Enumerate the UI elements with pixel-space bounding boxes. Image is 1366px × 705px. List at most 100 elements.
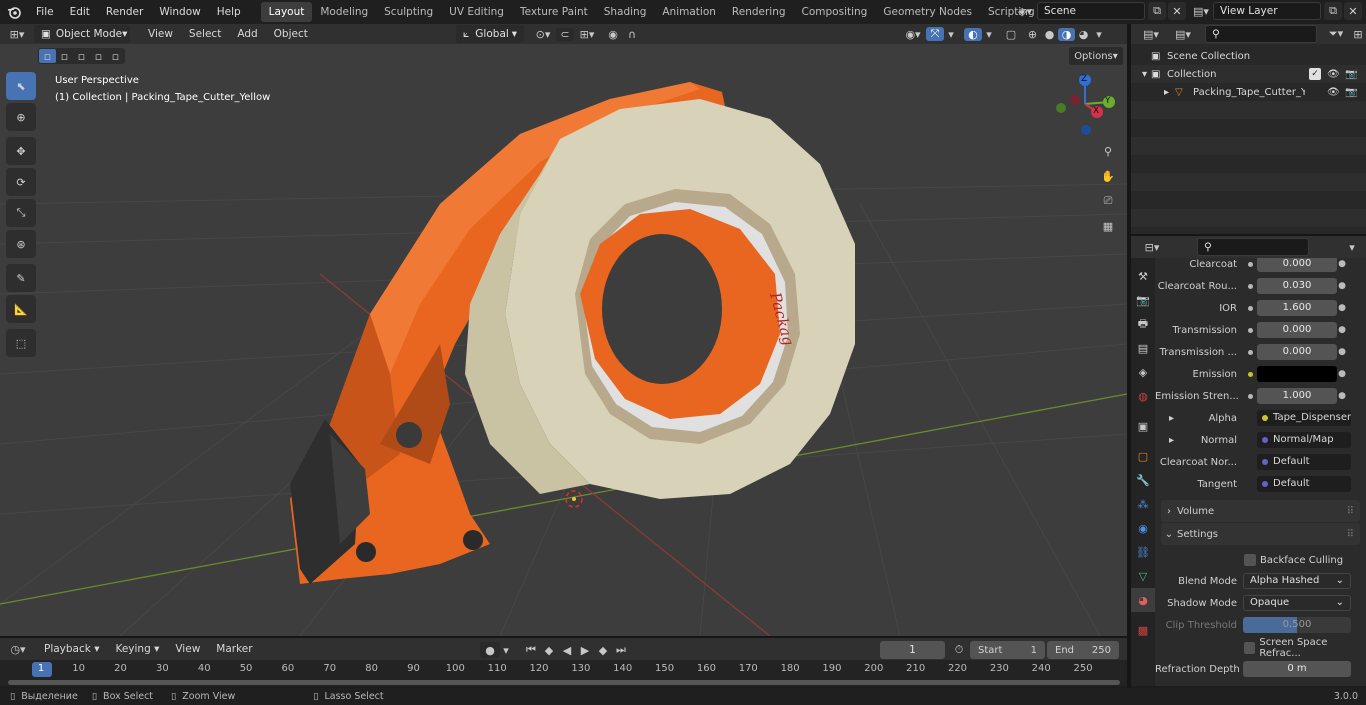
measure-tool-icon[interactable]: 📐: [6, 295, 36, 323]
clearcoat-normal-link-field[interactable]: Default: [1257, 454, 1351, 470]
material-shading-icon[interactable]: ◑: [1058, 27, 1075, 41]
wireframe-shading-icon[interactable]: ⊕: [1024, 28, 1041, 41]
workspace-tab-sculpting[interactable]: Sculpting: [376, 2, 441, 22]
workspace-tab-layout[interactable]: Layout: [260, 2, 313, 22]
blender-logo-icon[interactable]: [0, 0, 28, 24]
properties-editor-type-icon[interactable]: ⊟▾: [1137, 239, 1167, 255]
properties-options-icon[interactable]: ▾: [1343, 239, 1361, 255]
rendered-shading-icon[interactable]: ◕: [1075, 28, 1092, 41]
scene-selector[interactable]: ◈▾ Scene ⧉ ✕: [1013, 2, 1186, 20]
output-tab-icon[interactable]: 🖶: [1131, 312, 1155, 336]
workspace-tab-rendering[interactable]: Rendering: [724, 2, 794, 22]
delete-scene-icon[interactable]: ✕: [1168, 2, 1186, 20]
overlay-dropdown-icon[interactable]: ▾: [982, 28, 996, 41]
zoom-icon[interactable]: ⚲: [1097, 140, 1119, 162]
start-frame-field[interactable]: Start 1: [970, 641, 1045, 659]
workspace-tab-animation[interactable]: Animation: [654, 2, 724, 22]
menu-window[interactable]: Window: [151, 0, 208, 24]
keyframe-dot-icon[interactable]: ●: [1337, 325, 1347, 335]
keyframe-dot-icon[interactable]: ●: [1337, 281, 1347, 291]
viewport-menu-object[interactable]: Object: [266, 28, 316, 40]
pivot-point-icon[interactable]: ⊙▾: [530, 28, 556, 41]
outliner-row-object[interactable]: ▸ ▽ Packing_Tape_Cutter_Yel 👁 📷: [1131, 83, 1366, 101]
checkbox-icon[interactable]: [1244, 642, 1256, 654]
workspace-tab-geometry-nodes[interactable]: Geometry Nodes: [875, 2, 980, 22]
record-icon[interactable]: ●: [480, 642, 500, 658]
select-extend-icon[interactable]: ▫: [56, 49, 73, 63]
visibility-icon[interactable]: ◉▾: [900, 28, 926, 41]
viewport-menu-add[interactable]: Add: [229, 28, 265, 40]
play-reverse-icon[interactable]: ◀: [558, 644, 576, 657]
keyframe-dot-icon[interactable]: ●: [1337, 259, 1347, 269]
menu-file[interactable]: File: [28, 0, 62, 24]
keyframe-dot-icon[interactable]: ●: [1337, 303, 1347, 313]
view-layer-tab-icon[interactable]: ▤: [1131, 336, 1155, 360]
proportional-falloff-icon[interactable]: ∩: [622, 28, 642, 41]
timeline-menu-view[interactable]: View: [167, 643, 208, 655]
particles-tab-icon[interactable]: ⁂: [1131, 492, 1155, 516]
new-collection-icon[interactable]: ⊞: [1351, 26, 1365, 42]
new-view-layer-icon[interactable]: ⧉: [1324, 2, 1342, 20]
prop-value-clearcoat[interactable]: 0.000: [1257, 258, 1337, 272]
mode-dropdown[interactable]: ▣ Object Mode ▾: [34, 25, 130, 43]
shading-dropdown-icon[interactable]: ▾: [1092, 28, 1106, 41]
drag-handle-icon[interactable]: ⠿: [1347, 529, 1354, 540]
current-frame-field[interactable]: 1: [880, 641, 945, 659]
keyframe-dot-icon[interactable]: ●: [1337, 391, 1347, 401]
scene-name-field[interactable]: Scene: [1037, 2, 1145, 20]
expand-chevron-icon[interactable]: ▸: [1131, 87, 1175, 98]
transform-tool-icon[interactable]: ⊛: [6, 230, 36, 258]
socket-dot-icon[interactable]: [1247, 305, 1253, 311]
timeline-menu-playback[interactable]: Playback ▾: [36, 643, 107, 655]
data-tab-icon[interactable]: ▽: [1131, 564, 1155, 588]
menu-help[interactable]: Help: [209, 0, 249, 24]
pan-hand-icon[interactable]: ✋: [1097, 165, 1119, 187]
modifier-tab-icon[interactable]: 🔧: [1131, 468, 1155, 492]
new-scene-icon[interactable]: ⧉: [1148, 2, 1166, 20]
workspace-tab-texture-paint[interactable]: Texture Paint: [512, 2, 596, 22]
xray-toggle-icon[interactable]: ▢: [1002, 28, 1020, 41]
refraction-depth-field[interactable]: 0 m: [1243, 661, 1351, 677]
camera-view-icon[interactable]: ⎚: [1097, 190, 1119, 212]
prop-value-transmission-roughness[interactable]: 0.000: [1257, 344, 1337, 360]
camera-icon[interactable]: 📷: [1345, 69, 1357, 80]
jump-end-icon[interactable]: ⏭: [612, 643, 630, 657]
prop-value-transmission[interactable]: 0.000: [1257, 322, 1337, 338]
socket-dot-icon[interactable]: [1247, 283, 1253, 289]
outliner-row-collection[interactable]: ▾ ▣ Collection ✓ 👁 📷: [1131, 65, 1366, 83]
emission-color-swatch[interactable]: [1257, 366, 1337, 382]
transform-orientation-dropdown[interactable]: ⟀ Global ▾: [456, 25, 524, 43]
keyframe-dot-icon[interactable]: ●: [1337, 347, 1347, 357]
3d-viewport[interactable]: Packag User Perspective (1) Collection |…: [0, 44, 1127, 636]
socket-dot-icon[interactable]: [1247, 393, 1253, 399]
prop-value-clearcoat-roughness[interactable]: 0.030: [1257, 278, 1337, 294]
checkbox-icon[interactable]: [1244, 554, 1256, 566]
select-box-tool-icon[interactable]: ⬉: [6, 72, 36, 100]
overlay-toggle-icon[interactable]: ◐: [964, 27, 982, 41]
timeline-menu-marker[interactable]: Marker: [208, 643, 260, 655]
prop-value-ior[interactable]: 1.600: [1257, 300, 1337, 316]
physics-tab-icon[interactable]: ◉: [1131, 516, 1155, 540]
outliner-row-scene-collection[interactable]: ▣ Scene Collection: [1131, 47, 1366, 65]
select-intersect-icon[interactable]: ▫: [107, 49, 124, 63]
gizmo-toggle-icon[interactable]: ⤧: [926, 27, 944, 41]
prev-keyframe-icon[interactable]: ◆: [540, 644, 558, 657]
perspective-toggle-icon[interactable]: ▦: [1097, 215, 1119, 237]
delete-view-layer-icon[interactable]: ✕: [1344, 2, 1362, 20]
eye-icon[interactable]: 👁: [1327, 69, 1340, 80]
add-cube-tool-icon[interactable]: ⬚: [6, 329, 36, 357]
blend-mode-dropdown[interactable]: Alpha Hashed ⌄: [1243, 573, 1351, 589]
select-new-icon[interactable]: ▫: [39, 49, 56, 63]
keyframe-dot-icon[interactable]: ●: [1337, 369, 1347, 379]
rotate-tool-icon[interactable]: ⟳: [6, 168, 36, 196]
menu-edit[interactable]: Edit: [62, 0, 98, 24]
scene-tab-icon[interactable]: ◈: [1131, 360, 1155, 384]
camera-icon[interactable]: 📷: [1345, 87, 1357, 98]
jump-start-icon[interactable]: ⏮: [522, 643, 540, 657]
editor-type-icon[interactable]: ⊞▾: [0, 28, 34, 41]
shadow-mode-dropdown[interactable]: Opaque ⌄: [1243, 595, 1351, 611]
workspace-tab-compositing[interactable]: Compositing: [794, 2, 876, 22]
workspace-tab-uv-editing[interactable]: UV Editing: [441, 2, 512, 22]
proportional-edit-icon[interactable]: ◉: [604, 28, 622, 41]
constraints-tab-icon[interactable]: ⛓: [1131, 540, 1155, 564]
